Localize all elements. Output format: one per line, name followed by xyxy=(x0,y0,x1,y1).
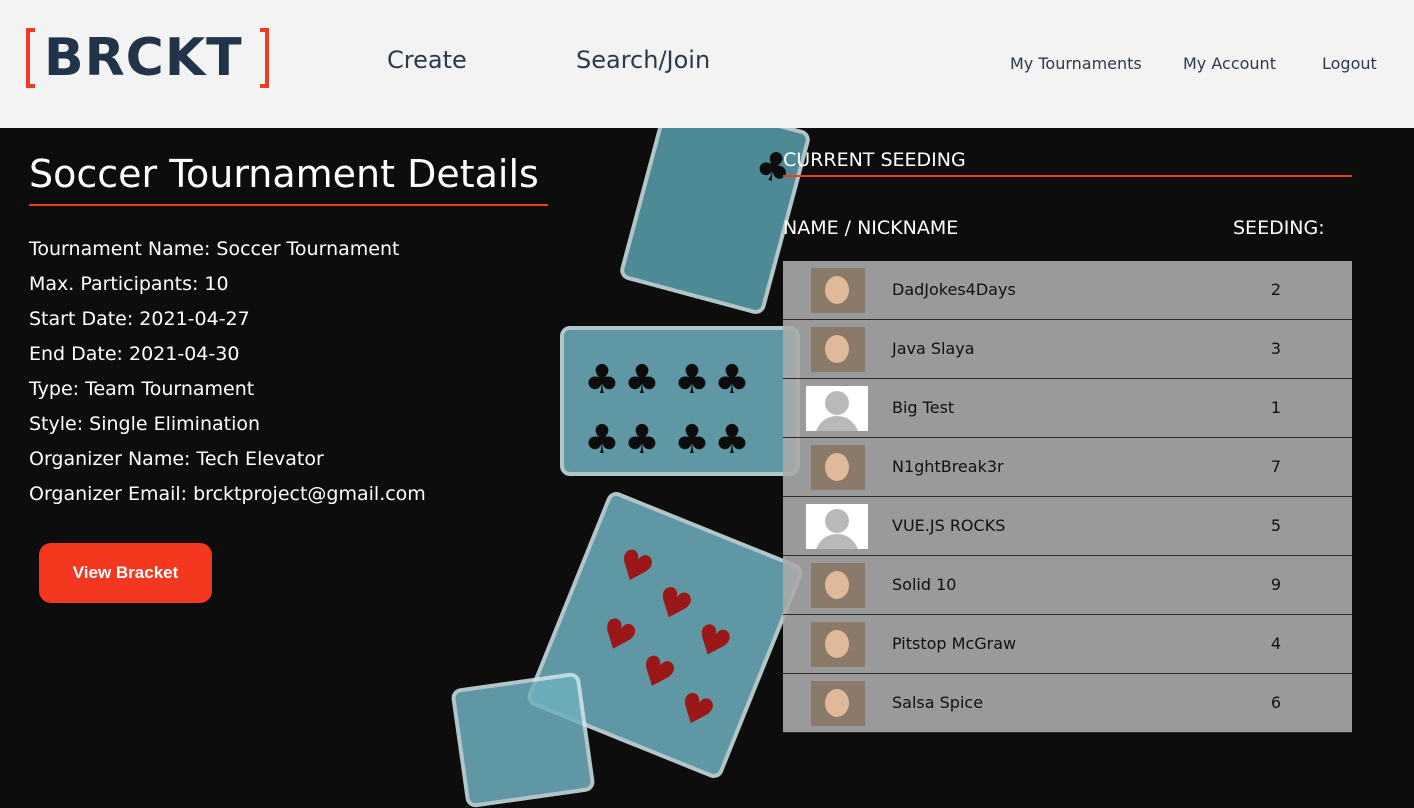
logo-right-bracket xyxy=(260,28,269,88)
avatar xyxy=(811,681,865,726)
default-avatar-icon xyxy=(806,504,868,549)
detail-organizer-name: Organizer Name: Tech Elevator xyxy=(29,448,324,470)
table-row[interactable]: Salsa Spice 6 xyxy=(783,674,1352,733)
seeding-table: DadJokes4Days 2 Java Slaya 3 Big Test 1 N1ghtB… xyxy=(783,261,1352,739)
background-card-nine-clubs: ♣ ♣ ♣ ♣ ♣ ♣ ♣ ♣ xyxy=(560,326,800,476)
participant-name: DadJokes4Days xyxy=(892,280,1016,299)
participant-seed: 7 xyxy=(1270,457,1282,476)
avatar xyxy=(811,327,865,372)
detail-style: Style: Single Elimination xyxy=(29,413,261,435)
view-bracket-button[interactable]: View Bracket xyxy=(39,543,212,603)
top-header: BRCKT Create Search/Join My Tournaments … xyxy=(0,0,1414,128)
logo-left-bracket xyxy=(26,28,35,88)
table-row[interactable]: VUE.JS ROCKS 5 xyxy=(783,497,1352,556)
participant-name: Java Slaya xyxy=(892,339,975,358)
participant-name: Solid 10 xyxy=(892,575,957,594)
detail-organizer-email: Organizer Email: brcktproject@gmail.com xyxy=(29,483,426,505)
avatar xyxy=(811,622,865,667)
title-underline xyxy=(29,204,548,206)
participant-name: Big Test xyxy=(892,398,955,417)
logo-text: BRCKT xyxy=(44,28,243,88)
seeding-title: CURRENT SEEDING xyxy=(783,149,966,171)
table-row[interactable]: Big Test 1 xyxy=(783,379,1352,438)
table-row[interactable]: Pitstop McGraw 4 xyxy=(783,615,1352,674)
table-row[interactable]: Java Slaya 3 xyxy=(783,320,1352,379)
participant-seed: 5 xyxy=(1270,516,1282,535)
background-card-corner xyxy=(450,671,596,808)
nav-my-tournaments-link[interactable]: My Tournaments xyxy=(1010,54,1142,73)
default-avatar-icon xyxy=(806,386,868,431)
column-header-name: NAME / NICKNAME xyxy=(783,217,959,239)
detail-start-date: Start Date: 2021-04-27 xyxy=(29,308,250,330)
nav-search-join-link[interactable]: Search/Join xyxy=(576,46,710,74)
participant-name: VUE.JS ROCKS xyxy=(892,516,1006,535)
detail-end-date: End Date: 2021-04-30 xyxy=(29,343,240,365)
participant-name: Pitstop McGraw xyxy=(892,634,1017,653)
detail-tournament-name: Tournament Name: Soccer Tournament xyxy=(29,238,400,260)
participant-seed: 4 xyxy=(1270,634,1282,653)
table-row[interactable]: N1ghtBreak3r 7 xyxy=(783,438,1352,497)
table-row[interactable]: Solid 10 9 xyxy=(783,556,1352,615)
nav-create-link[interactable]: Create xyxy=(387,46,467,74)
avatar xyxy=(811,563,865,608)
avatar xyxy=(811,268,865,313)
participant-name: N1ghtBreak3r xyxy=(892,457,1004,476)
participant-seed: 9 xyxy=(1270,575,1282,594)
participant-name: Salsa Spice xyxy=(892,693,984,712)
participant-seed: 6 xyxy=(1270,693,1282,712)
column-header-seeding: SEEDING: xyxy=(1233,217,1325,239)
participant-seed: 1 xyxy=(1270,398,1282,417)
brckt-logo[interactable]: BRCKT xyxy=(24,28,274,90)
page-title: Soccer Tournament Details xyxy=(29,152,539,196)
avatar xyxy=(811,445,865,490)
participant-seed: 2 xyxy=(1270,280,1282,299)
nav-logout-link[interactable]: Logout xyxy=(1322,54,1377,73)
nav-my-account-link[interactable]: My Account xyxy=(1183,54,1276,73)
detail-type: Type: Team Tournament xyxy=(29,378,255,400)
table-row[interactable]: DadJokes4Days 2 xyxy=(783,261,1352,320)
seeding-underline xyxy=(783,175,1352,177)
detail-max-participants: Max. Participants: 10 xyxy=(29,273,229,295)
participant-seed: 3 xyxy=(1270,339,1282,358)
